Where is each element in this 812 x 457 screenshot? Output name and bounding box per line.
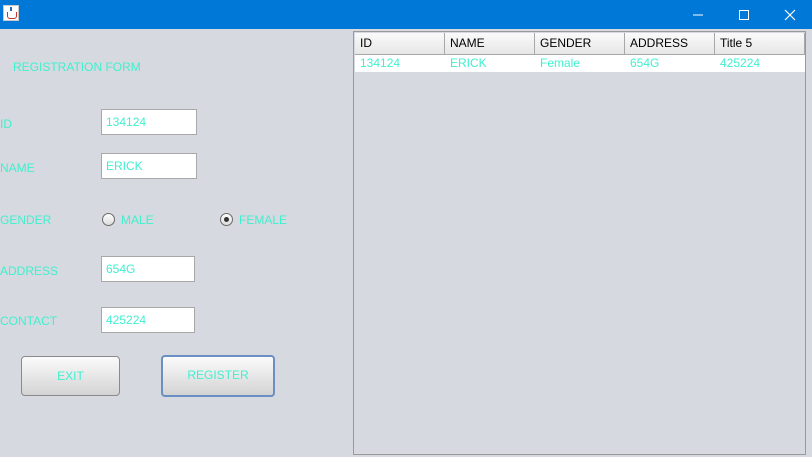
cell-name: ERICK [450, 56, 487, 70]
minimize-icon [693, 14, 703, 16]
minimize-button[interactable] [675, 0, 721, 29]
maximize-button[interactable] [721, 0, 767, 29]
records-table: ID NAME GENDER ADDRESS Title 5 134124 ER… [353, 31, 806, 455]
table-row[interactable]: 134124 ERICK Female 654G 425224 [355, 55, 805, 72]
form-title: REGISTRATION FORM [13, 60, 141, 74]
column-header-name[interactable]: NAME [445, 33, 535, 54]
id-field[interactable] [101, 109, 197, 135]
gender-label: GENDER [0, 213, 52, 227]
male-radio-label[interactable]: MALE [121, 213, 154, 227]
address-field[interactable] [101, 256, 195, 282]
close-icon [784, 9, 796, 21]
maximize-icon [739, 10, 749, 20]
table-header: ID NAME GENDER ADDRESS Title 5 [355, 33, 805, 55]
address-label: ADDRESS [0, 264, 59, 278]
male-radio[interactable] [102, 213, 115, 226]
exit-button[interactable]: EXIT [21, 356, 120, 396]
column-header-gender[interactable]: GENDER [535, 33, 625, 54]
cell-address: 654G [630, 56, 660, 70]
name-label: NAME [0, 161, 35, 175]
name-field[interactable] [101, 153, 197, 179]
column-header-address[interactable]: ADDRESS [625, 33, 715, 54]
main-panel: REGISTRATION FORM ID NAME GENDER MALE FE… [0, 29, 812, 457]
close-button[interactable] [767, 0, 812, 29]
register-button[interactable]: REGISTER [161, 355, 275, 397]
column-header-title-5[interactable]: Title 5 [715, 33, 805, 54]
java-cup-icon[interactable] [3, 5, 19, 21]
female-radio-label[interactable]: FEMALE [239, 213, 287, 227]
column-header-id[interactable]: ID [355, 33, 445, 54]
cell-contact: 425224 [720, 56, 761, 70]
cell-id: 134124 [360, 56, 401, 70]
contact-field[interactable] [101, 307, 195, 333]
female-radio[interactable] [220, 213, 233, 226]
contact-label: CONTACT [0, 314, 58, 328]
cell-gender: Female [540, 56, 581, 70]
id-label: ID [0, 117, 12, 131]
title-bar [0, 0, 812, 29]
